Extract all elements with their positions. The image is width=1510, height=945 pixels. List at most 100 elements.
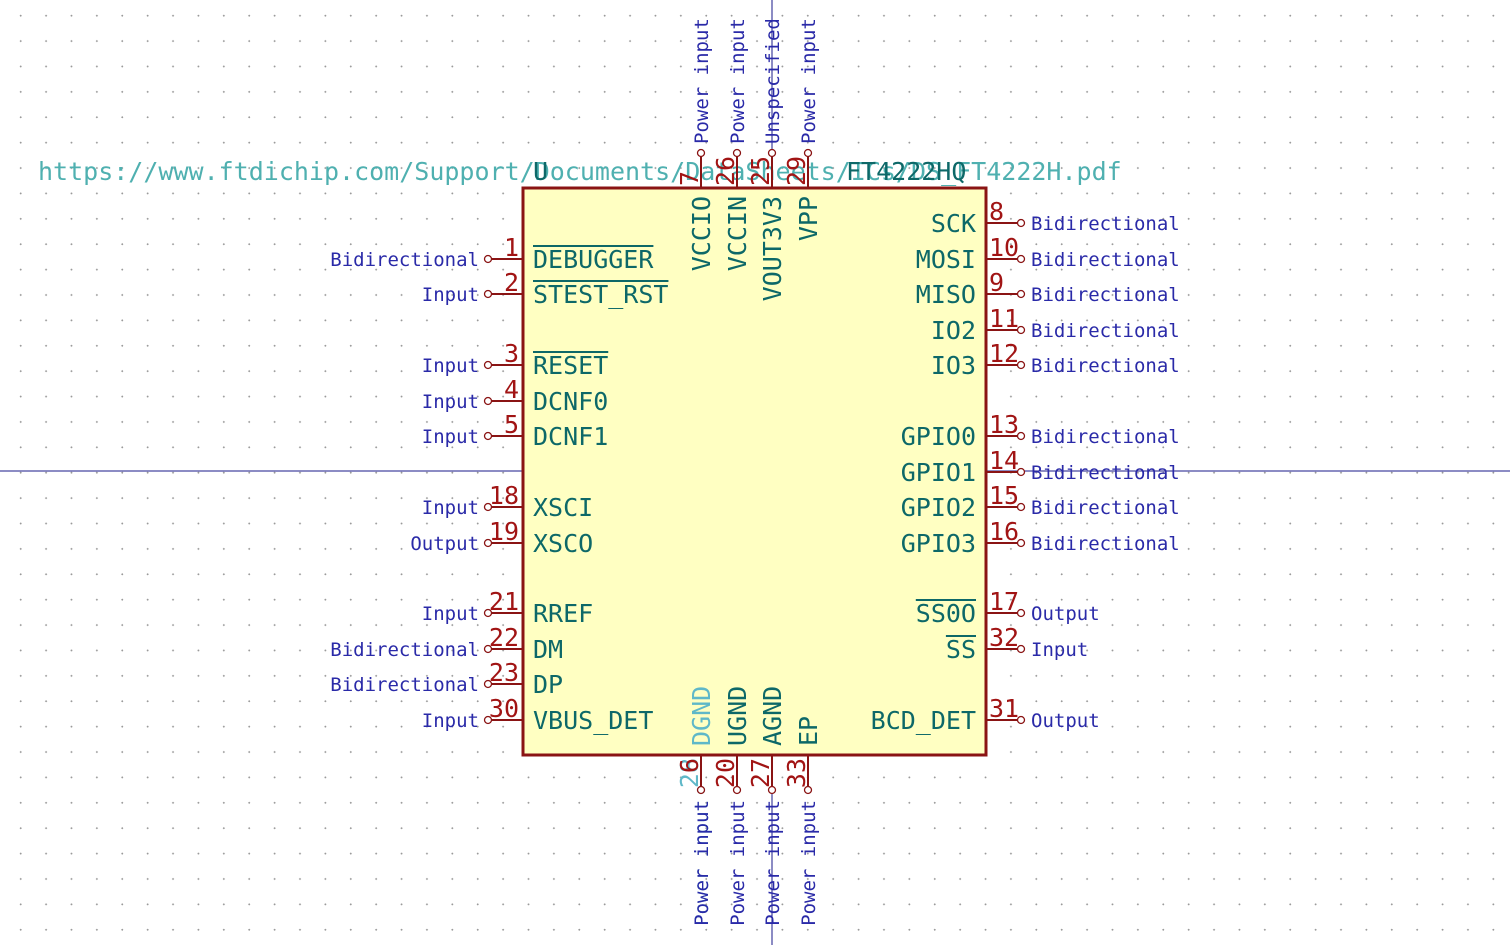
pin-18-number: 18 (489, 481, 519, 510)
pin-22-number: 22 (489, 623, 519, 652)
pin-29-endpoint[interactable] (803, 148, 813, 158)
pin-13-number: 13 (989, 410, 1019, 439)
pin-28-name: DGND (687, 686, 716, 746)
pin-17-name: SS0O (916, 599, 976, 628)
schematic-canvas: https://www.ftdichip.com/Support/Documen… (0, 0, 1510, 945)
symbol-schematic: https://www.ftdichip.com/Support/Documen… (0, 0, 1510, 945)
pin-1-name: DEBUGGER (533, 245, 654, 274)
pin-30-name: VBUS_DET (533, 706, 653, 735)
pin-8-name: SCK (931, 209, 976, 238)
pin-5-type: Input (422, 426, 479, 448)
pin-6-endpoint[interactable] (696, 785, 706, 795)
pin-31-name: BCD_DET (871, 706, 976, 735)
pin-21-number: 21 (489, 587, 519, 616)
pin-29-type: Power input (798, 18, 820, 144)
pin-8-endpoint[interactable] (1016, 218, 1026, 228)
pin-25-endpoint[interactable] (767, 148, 777, 158)
pin-15-type: Bidirectional (1031, 497, 1180, 519)
pin-26-type: Power input (727, 18, 749, 144)
pin-11-type: Bidirectional (1031, 320, 1180, 342)
pin-32-name: SS (946, 635, 976, 664)
pin-10-number: 10 (989, 233, 1019, 262)
pin-7-name: VCCIO (687, 196, 716, 271)
pin-7-type: Power input (691, 18, 713, 144)
pin-6-number: 6 (675, 758, 704, 773)
pin-11-name: IO2 (931, 316, 976, 345)
pin-23-name: DP (533, 670, 563, 699)
pin-14-type: Bidirectional (1031, 462, 1180, 484)
pin-2-endpoint[interactable] (483, 289, 493, 299)
pin-4-type: Input (422, 391, 479, 413)
pin-13-type: Bidirectional (1031, 426, 1180, 448)
pin-17-type: Output (1031, 603, 1100, 625)
pin-13-name: GPIO0 (901, 422, 976, 451)
pin-4-endpoint[interactable] (483, 396, 493, 406)
pin-29-number: 29 (782, 156, 811, 186)
pin-15-number: 15 (989, 481, 1019, 510)
pin-8-type: Bidirectional (1031, 213, 1180, 235)
pin-30-number: 30 (489, 694, 519, 723)
pin-26-number: 26 (711, 156, 740, 186)
pin-25-name: VOUT3V3 (758, 196, 787, 301)
pin-5-number: 5 (504, 410, 519, 439)
value-field[interactable]: FT4222HQ (846, 157, 966, 186)
pin-3-endpoint[interactable] (483, 360, 493, 370)
pin-23-number: 23 (489, 658, 519, 687)
pin-30-type: Input (422, 710, 479, 732)
pin-26-endpoint[interactable] (732, 148, 742, 158)
pin-5-endpoint[interactable] (483, 431, 493, 441)
pin-25-type: Unspecified (762, 18, 784, 144)
pin-15-name: GPIO2 (901, 493, 976, 522)
pin-22-type: Bidirectional (330, 639, 479, 661)
pin-26-name: VCCIN (723, 196, 752, 271)
pin-33-name: EP (794, 716, 823, 746)
pin-21-name: RREF (533, 599, 593, 628)
pin-33-number: 33 (782, 758, 811, 788)
pin-19-name: XSCO (533, 529, 593, 558)
pin-33-type: Power input (798, 800, 820, 926)
pin-5-name: DCNF1 (533, 422, 608, 451)
pin-2-name: STEST_RST (533, 280, 668, 309)
pin-12-number: 12 (989, 339, 1019, 368)
pin-4-number: 4 (504, 375, 519, 404)
pin-9-name: MISO (916, 280, 976, 309)
pin-16-type: Bidirectional (1031, 533, 1180, 555)
pin-11-number: 11 (989, 304, 1019, 333)
pin-19-type: Output (410, 533, 479, 555)
pin-3-type: Input (422, 355, 479, 377)
pin-2-number: 2 (504, 268, 519, 297)
pin-21-type: Input (422, 603, 479, 625)
pin-6-type: Power input (691, 800, 713, 926)
pin-1-number: 1 (504, 233, 519, 262)
pin-12-name: IO3 (931, 351, 976, 380)
pin-22-name: DM (533, 635, 563, 664)
pin-20-type: Power input (727, 800, 749, 926)
pin-10-type: Bidirectional (1031, 249, 1180, 271)
pin-14-name: GPIO1 (901, 458, 976, 487)
pin-23-type: Bidirectional (330, 674, 479, 696)
pin-19-number: 19 (489, 517, 519, 546)
pin-1-endpoint[interactable] (483, 254, 493, 264)
pin-9-type: Bidirectional (1031, 284, 1180, 306)
pin-1-type: Bidirectional (330, 249, 479, 271)
pin-27-type: Power input (762, 800, 784, 926)
pin-3-number: 3 (504, 339, 519, 368)
pin-18-type: Input (422, 497, 479, 519)
pin-31-number: 31 (989, 694, 1019, 723)
pin-2-type: Input (422, 284, 479, 306)
pin-7-endpoint[interactable] (696, 148, 706, 158)
pin-4-name: DCNF0 (533, 387, 608, 416)
pin-18-name: XSCI (533, 493, 593, 522)
pin-16-number: 16 (989, 517, 1019, 546)
pin-31-type: Output (1031, 710, 1100, 732)
pin-17-number: 17 (989, 587, 1019, 616)
pin-20-name: UGND (723, 686, 752, 746)
pin-7-number: 7 (675, 171, 704, 186)
pin-27-name: AGND (758, 686, 787, 746)
reference-designator[interactable]: U (533, 157, 548, 186)
pin-9-endpoint[interactable] (1016, 289, 1026, 299)
pin-16-name: GPIO3 (901, 529, 976, 558)
pin-9-number: 9 (989, 268, 1004, 297)
pin-25-number: 25 (746, 156, 775, 186)
pin-3-name: RESET (533, 351, 608, 380)
